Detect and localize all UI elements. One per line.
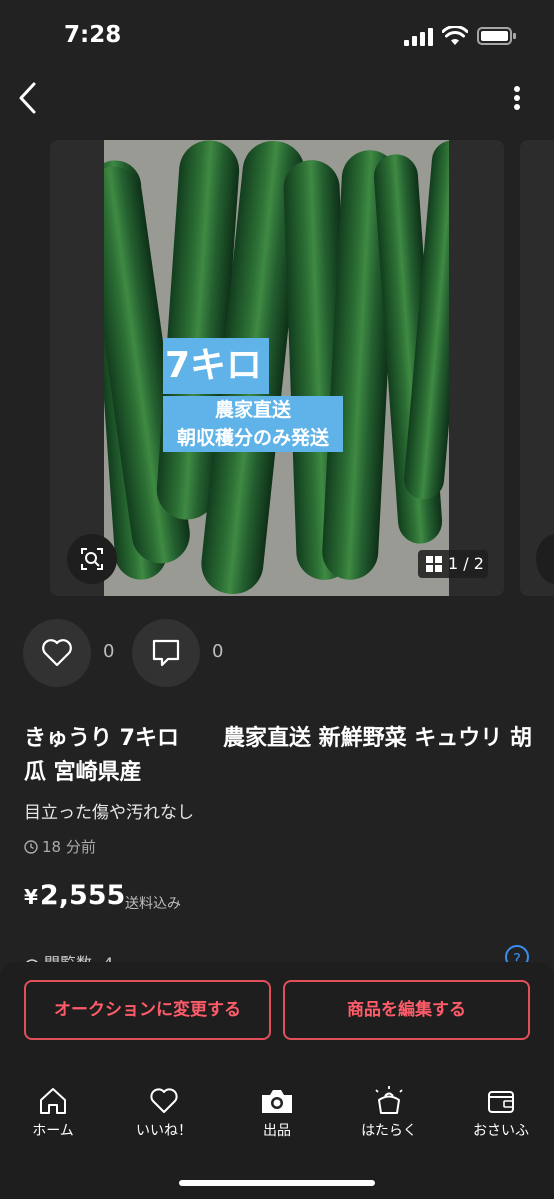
posted-time: 18 分前 <box>24 836 96 857</box>
product-condition: 目立った傷や汚れなし <box>24 803 194 823</box>
posted-time-text: 18 分前 <box>42 838 96 856</box>
overlay-line-1: 農家直送 <box>163 396 343 424</box>
carousel-frame <box>446 140 504 596</box>
carousel-frame <box>50 140 110 596</box>
wifi-icon <box>442 26 468 45</box>
tab-likes[interactable]: いいね！ <box>119 1086 209 1140</box>
heart-icon <box>150 1088 178 1113</box>
home-icon <box>40 1088 66 1114</box>
battery-icon <box>477 27 516 45</box>
comment-button[interactable] <box>132 619 200 687</box>
tab-home[interactable]: ホーム <box>8 1086 98 1140</box>
shipping-label: 送料込み <box>125 896 181 912</box>
work-bag-icon <box>375 1086 403 1114</box>
tab-work-label: はたらく <box>361 1123 417 1139</box>
price: ¥2,555 <box>24 880 125 911</box>
image-search-button[interactable] <box>67 534 117 584</box>
comment-icon <box>152 639 180 667</box>
heart-icon <box>42 639 72 667</box>
more-options-button[interactable] <box>500 80 534 116</box>
tab-work[interactable]: はたらく <box>344 1086 434 1140</box>
status-time: 7:28 <box>64 22 122 48</box>
tab-home-label: ホーム <box>32 1123 74 1139</box>
price-value: 2,555 <box>39 880 126 911</box>
image-counter[interactable]: 1 / 2 <box>418 550 488 578</box>
tab-sell[interactable]: 出品 <box>232 1086 322 1140</box>
product-image[interactable] <box>104 140 449 596</box>
like-count: 0 <box>103 641 115 662</box>
image-counter-text: 1 / 2 <box>448 554 484 573</box>
scan-search-icon <box>81 548 103 570</box>
tab-wallet[interactable]: おさいふ <box>456 1086 546 1140</box>
overlay-line-2: 朝収穫分のみ発送 <box>163 424 343 452</box>
back-button[interactable] <box>12 80 48 116</box>
wallet-icon <box>488 1091 514 1113</box>
tab-sell-label: 出品 <box>263 1123 291 1139</box>
change-to-auction-button[interactable]: オークションに変更する <box>24 980 271 1040</box>
camera-icon <box>262 1090 292 1113</box>
grid-icon <box>426 556 442 572</box>
edit-item-button[interactable]: 商品を編集する <box>283 980 530 1040</box>
price-symbol: ¥ <box>24 885 38 909</box>
product-title: きゅうり 7キロ 農家直送 新鮮野菜 キュウリ 胡瓜 宮崎県産 <box>24 726 532 785</box>
next-image-preview[interactable] <box>520 140 554 596</box>
tab-likes-label: いいね！ <box>136 1123 192 1139</box>
like-button[interactable] <box>23 619 91 687</box>
clock-icon <box>24 840 38 854</box>
tab-wallet-label: おさいふ <box>473 1123 529 1139</box>
overlay-weight: 7キロ <box>163 338 269 394</box>
home-indicator[interactable] <box>179 1180 375 1186</box>
comment-count: 0 <box>212 641 224 662</box>
signal-icon <box>404 28 433 46</box>
